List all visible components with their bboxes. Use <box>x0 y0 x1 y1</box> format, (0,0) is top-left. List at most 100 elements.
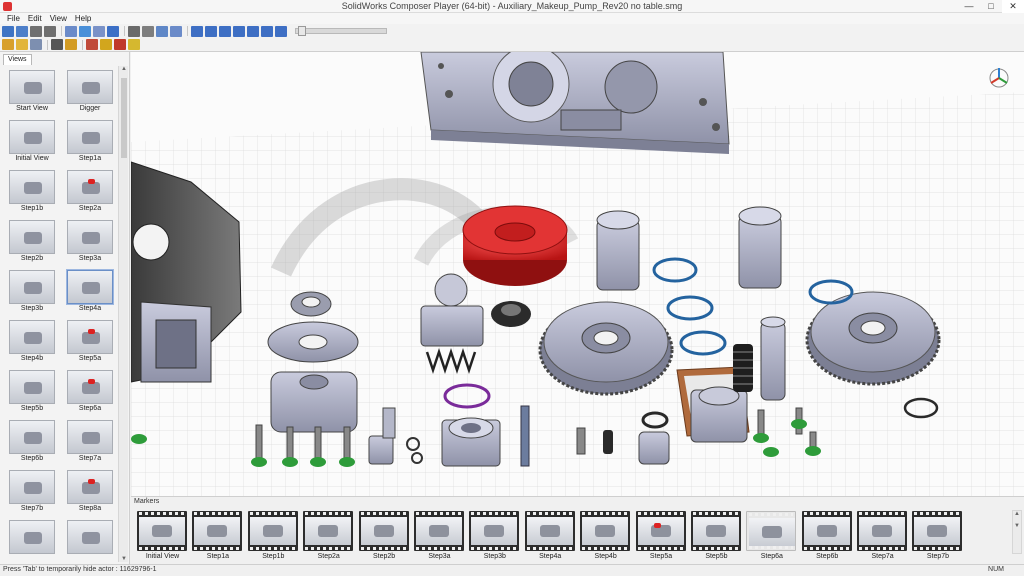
shaft-cylinder-left[interactable] <box>596 210 640 291</box>
redo-icon[interactable] <box>44 25 56 37</box>
black-bushing[interactable] <box>491 301 531 327</box>
undo-icon[interactable] <box>30 25 42 37</box>
play-icon[interactable] <box>219 25 231 37</box>
view-thumbnail[interactable]: Step3a <box>61 216 117 266</box>
film-frame-icon <box>413 511 464 551</box>
markers-scrollbar[interactable]: ▲ ▼ <box>1012 510 1022 554</box>
menu-help[interactable]: Help <box>71 13 95 24</box>
square-flange-housing[interactable] <box>690 386 748 443</box>
paint-icon[interactable] <box>2 39 14 50</box>
shaft-cylinder-right[interactable] <box>738 206 782 289</box>
scroll-up-icon[interactable]: ▲ <box>119 66 129 72</box>
print-icon[interactable] <box>65 25 77 37</box>
timeline-slider-knob[interactable] <box>298 26 306 36</box>
view-thumbnail[interactable]: Step1b <box>3 166 59 216</box>
views-tab[interactable]: Views <box>3 54 32 65</box>
view-label: Step7b <box>20 505 44 512</box>
large-gear-right[interactable] <box>805 291 941 386</box>
exploded-pump-assembly[interactable] <box>131 52 1024 496</box>
layout-icon[interactable] <box>128 25 140 37</box>
view-thumbnail[interactable]: Step4a <box>61 266 117 316</box>
light-icon[interactable] <box>16 39 28 50</box>
view-thumbnail[interactable]: Step8a <box>61 466 117 516</box>
select-icon[interactable] <box>65 39 77 50</box>
marker-item[interactable]: Step6b <box>800 510 855 562</box>
view-thumbnail[interactable]: Step5a <box>61 316 117 366</box>
measure-icon[interactable] <box>86 39 98 50</box>
prev-frame-icon[interactable] <box>205 25 217 37</box>
save-icon[interactable] <box>16 25 28 37</box>
view-thumbnail[interactable]: Digger <box>61 66 117 116</box>
view-label: Step4b <box>20 355 44 362</box>
marker-item[interactable]: Step6a <box>744 510 799 562</box>
views-scrollbar[interactable]: ▲ ▼ <box>118 66 128 562</box>
marker-item[interactable]: Step5a <box>634 510 689 562</box>
view-thumbnail[interactable]: Step2b <box>3 216 59 266</box>
marker-item[interactable]: Step2a <box>301 510 356 562</box>
view-thumbnail[interactable]: Initial View <box>3 116 59 166</box>
view-thumbnail[interactable]: Start View <box>3 66 59 116</box>
scroll-down-icon[interactable]: ▼ <box>119 556 129 562</box>
marker-item[interactable]: Step1b <box>246 510 301 562</box>
stop-icon[interactable] <box>247 25 259 37</box>
marker-item[interactable]: Step5b <box>689 510 744 562</box>
first-frame-icon[interactable] <box>191 25 203 37</box>
grid-icon[interactable] <box>93 25 105 37</box>
ball-bearing[interactable] <box>290 291 332 317</box>
top-housing-plate[interactable] <box>420 52 730 154</box>
window-controls: — □ ✕ <box>958 0 1024 13</box>
marker-item[interactable]: Step2b <box>357 510 412 562</box>
flange-plate[interactable] <box>267 321 359 433</box>
zoom-fit-icon[interactable] <box>142 25 154 37</box>
marker-item[interactable]: Step4b <box>578 510 633 562</box>
marker-item[interactable]: Step3b <box>467 510 522 562</box>
view-thumbnail[interactable] <box>61 516 117 562</box>
info-icon[interactable] <box>107 25 119 37</box>
properties-icon[interactable] <box>79 25 91 37</box>
pause-icon[interactable] <box>233 25 245 37</box>
view-icon[interactable] <box>156 25 168 37</box>
view-thumbnail[interactable] <box>3 516 59 562</box>
last-frame-icon[interactable] <box>275 25 287 37</box>
view-thumbnail[interactable]: Step3b <box>3 266 59 316</box>
open-icon[interactable] <box>2 25 14 37</box>
view-thumbnail[interactable]: Step6a <box>61 366 117 416</box>
marker-item[interactable]: Step4a <box>523 510 578 562</box>
film-frame-icon <box>857 511 908 551</box>
marker-preview-image <box>305 517 352 545</box>
marker-item[interactable]: Step1a <box>190 510 245 562</box>
marker-item[interactable]: Initial View <box>135 510 190 562</box>
annotation-icon[interactable] <box>100 39 112 50</box>
3d-viewport[interactable] <box>131 52 1024 496</box>
view-thumbnail[interactable]: Step5b <box>3 366 59 416</box>
marker-item[interactable]: Step7b <box>910 510 965 562</box>
view-thumbnail[interactable]: Step4b <box>3 316 59 366</box>
next-frame-icon[interactable] <box>261 25 273 37</box>
camera-icon[interactable] <box>170 25 182 37</box>
red-rotor[interactable] <box>462 205 568 286</box>
view-thumbnail[interactable]: Step2a <box>61 166 117 216</box>
scroll-thumb[interactable] <box>121 78 127 158</box>
menu-file[interactable]: File <box>3 13 24 24</box>
large-gear-center[interactable] <box>538 301 674 396</box>
move-icon[interactable] <box>51 39 63 50</box>
view-thumbnail[interactable]: Step6b <box>3 416 59 466</box>
markup-icon[interactable] <box>114 39 126 50</box>
menu-view[interactable]: View <box>46 13 71 24</box>
view-thumbnail[interactable]: Step7a <box>61 416 117 466</box>
render-mode-icon[interactable] <box>30 39 42 50</box>
view-thumbnail[interactable]: Step1a <box>61 116 117 166</box>
marker-preview-image <box>803 517 850 545</box>
view-label: Step6b <box>20 455 44 462</box>
view-thumbnail[interactable]: Step7b <box>3 466 59 516</box>
view-label: Digger <box>79 105 101 112</box>
maximize-button[interactable]: □ <box>980 0 1002 13</box>
minimize-button[interactable]: — <box>958 0 980 13</box>
menu-edit[interactable]: Edit <box>24 13 46 24</box>
shape-icon[interactable] <box>128 39 140 50</box>
marker-item[interactable]: Step7a <box>855 510 910 562</box>
marker-item[interactable]: Step3a <box>412 510 467 562</box>
bearing-housing[interactable] <box>441 417 501 467</box>
timeline-slider[interactable] <box>295 26 387 36</box>
close-button[interactable]: ✕ <box>1002 0 1024 13</box>
